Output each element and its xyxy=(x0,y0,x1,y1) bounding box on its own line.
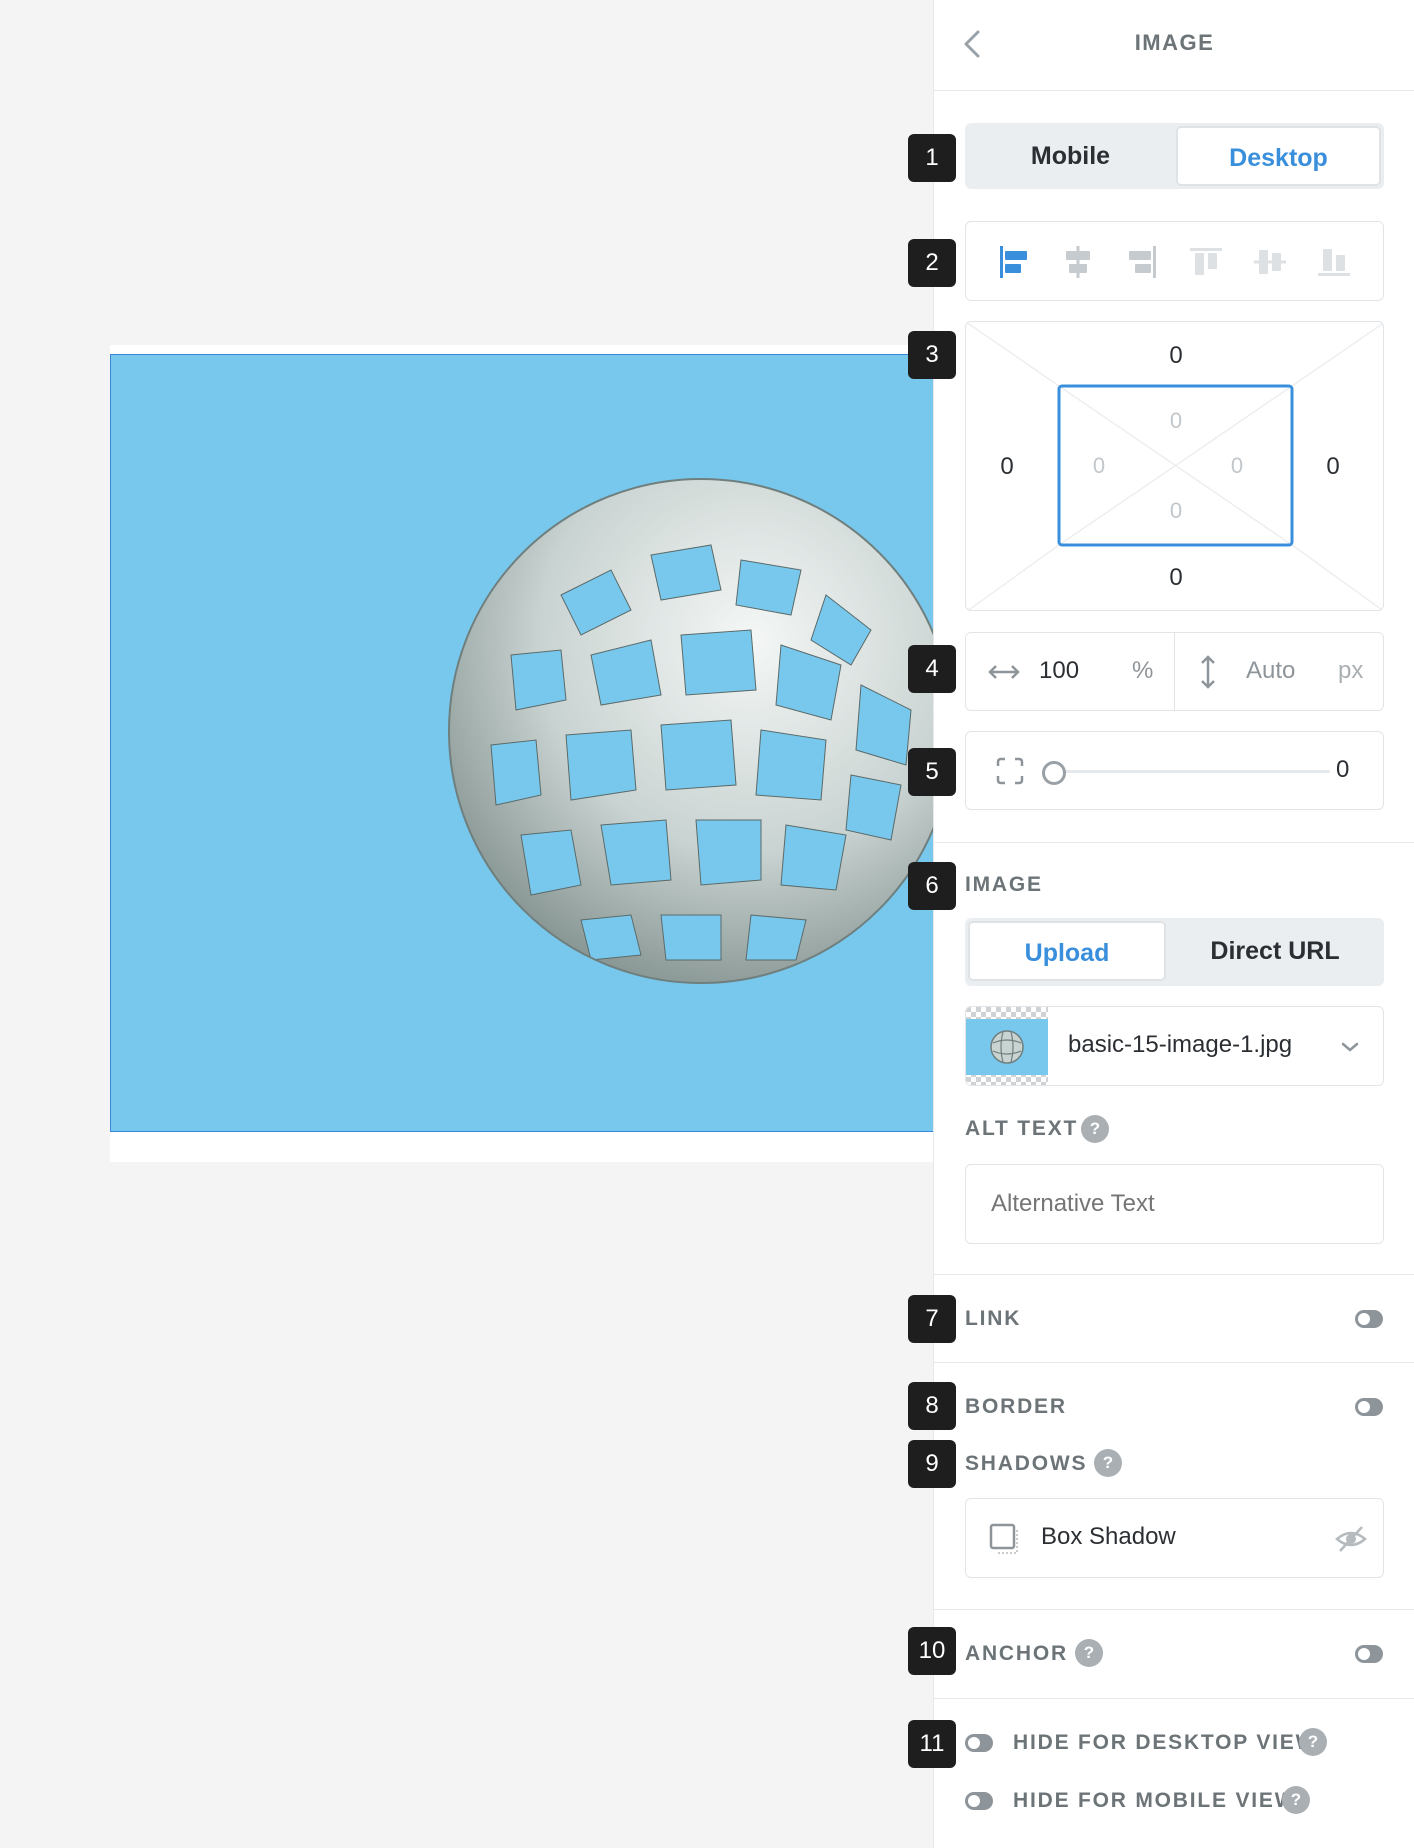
align-bottom-icon[interactable] xyxy=(1316,244,1352,280)
anchor-toggle[interactable] xyxy=(1355,1645,1383,1663)
callout-badge-10: 10 xyxy=(908,1627,956,1675)
hide-mobile-toggle[interactable] xyxy=(965,1792,993,1810)
box-shadow-item[interactable]: Box Shadow xyxy=(965,1498,1384,1578)
padding-right-value[interactable]: 0 xyxy=(1217,453,1257,479)
height-arrows-icon xyxy=(1201,655,1215,689)
align-middle-icon[interactable] xyxy=(1252,244,1288,280)
align-top-icon[interactable] xyxy=(1188,244,1224,280)
spacing-editor: 0 0 0 0 0 0 0 0 xyxy=(965,321,1384,611)
border-toggle[interactable] xyxy=(1355,1398,1383,1416)
callout-badge-1: 1 xyxy=(908,134,956,182)
image-section-label: IMAGE xyxy=(965,873,1043,896)
wireframe-sphere-image xyxy=(448,478,933,984)
panel-header: IMAGE xyxy=(934,0,1414,91)
shadows-label: SHADOWS xyxy=(965,1452,1088,1475)
image-thumbnail xyxy=(966,1007,1048,1085)
height-value[interactable]: Auto xyxy=(1246,657,1295,685)
help-icon[interactable]: ? xyxy=(1282,1786,1310,1814)
canvas-image-block[interactable] xyxy=(110,354,934,1132)
panel-title: IMAGE xyxy=(1134,30,1215,55)
chevron-down-icon xyxy=(1341,1042,1359,1052)
section-divider xyxy=(934,1698,1414,1699)
alignment-toolbar xyxy=(965,221,1384,301)
box-shadow-label: Box Shadow xyxy=(1041,1523,1176,1550)
size-divider xyxy=(1174,633,1175,710)
margin-bottom-value[interactable]: 0 xyxy=(1156,564,1196,592)
section-divider xyxy=(934,1274,1414,1275)
padding-top-value[interactable]: 0 xyxy=(1156,408,1196,434)
image-file-select[interactable]: basic-15-image-1.jpg xyxy=(965,1006,1384,1086)
callout-badge-6: 6 xyxy=(908,862,956,910)
image-source-tabs: Upload Direct URL xyxy=(965,918,1384,986)
hide-desktop-toggle[interactable] xyxy=(965,1734,993,1752)
link-label: LINK xyxy=(965,1307,1022,1330)
corner-radius-icon xyxy=(996,757,1024,785)
image-file-name: basic-15-image-1.jpg xyxy=(1068,1031,1293,1058)
corner-radius-control: 0 xyxy=(965,731,1384,810)
hide-mobile-label: HIDE FOR MOBILE VIEW xyxy=(1013,1789,1297,1812)
size-controls: 100 % Auto px xyxy=(965,632,1384,711)
box-shadow-icon xyxy=(989,1523,1018,1554)
border-label: BORDER xyxy=(965,1395,1067,1418)
callout-badge-5: 5 xyxy=(908,748,956,796)
eye-off-icon[interactable] xyxy=(1334,1524,1368,1554)
width-value[interactable]: 100 xyxy=(1039,657,1079,685)
padding-bottom-value[interactable]: 0 xyxy=(1156,498,1196,524)
align-center-icon[interactable] xyxy=(1060,244,1096,280)
hide-desktop-label: HIDE FOR DESKTOP VIEW xyxy=(1013,1731,1318,1754)
help-icon[interactable]: ? xyxy=(1299,1728,1327,1756)
alt-text-input[interactable] xyxy=(965,1164,1384,1244)
padding-left-value[interactable]: 0 xyxy=(1079,453,1119,479)
callout-badge-7: 7 xyxy=(908,1295,956,1343)
callout-badge-3: 3 xyxy=(908,331,956,379)
help-icon[interactable]: ? xyxy=(1094,1449,1122,1477)
callout-badge-8: 8 xyxy=(908,1382,956,1430)
section-divider xyxy=(934,1609,1414,1610)
alt-text-label: ALT TEXT xyxy=(965,1117,1079,1140)
link-toggle[interactable] xyxy=(1355,1310,1383,1328)
align-right-icon[interactable] xyxy=(1124,244,1160,280)
align-left-icon[interactable] xyxy=(996,244,1032,280)
tab-direct-url[interactable]: Direct URL xyxy=(1170,921,1380,981)
image-settings-panel: IMAGE Mobile Desktop 0 0 0 0 0 0 0 0 100… xyxy=(933,0,1414,1848)
tab-desktop[interactable]: Desktop xyxy=(1176,126,1381,186)
help-icon[interactable]: ? xyxy=(1081,1115,1109,1143)
margin-top-value[interactable]: 0 xyxy=(1156,342,1196,370)
radius-slider-handle[interactable] xyxy=(1042,761,1066,785)
width-unit[interactable]: % xyxy=(1132,657,1153,685)
radius-slider-track[interactable] xyxy=(1052,770,1330,773)
anchor-label: ANCHOR xyxy=(965,1642,1068,1665)
radius-value[interactable]: 0 xyxy=(1336,756,1349,784)
section-divider xyxy=(934,1362,1414,1363)
callout-badge-11: 11 xyxy=(908,1720,956,1768)
callout-badge-9: 9 xyxy=(908,1440,956,1488)
section-divider xyxy=(934,842,1414,843)
margin-right-value[interactable]: 0 xyxy=(1313,453,1353,481)
tab-upload[interactable]: Upload xyxy=(968,921,1166,981)
help-icon[interactable]: ? xyxy=(1075,1639,1103,1667)
tab-mobile[interactable]: Mobile xyxy=(968,126,1173,186)
device-tabs: Mobile Desktop xyxy=(965,123,1384,189)
width-arrows-icon xyxy=(988,665,1020,679)
margin-left-value[interactable]: 0 xyxy=(987,453,1027,481)
height-unit[interactable]: px xyxy=(1338,657,1363,685)
callout-badge-2: 2 xyxy=(908,239,956,287)
callout-badge-4: 4 xyxy=(908,645,956,693)
